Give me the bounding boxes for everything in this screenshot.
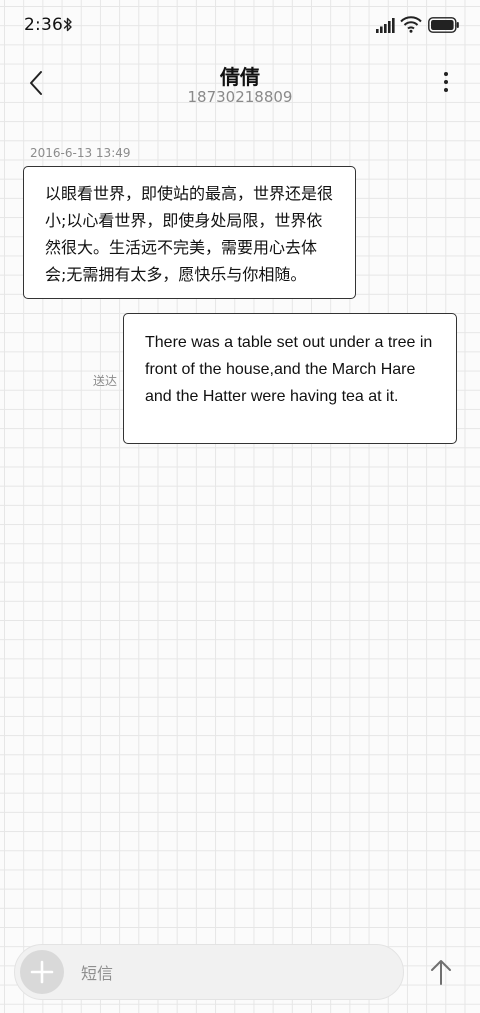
add-attachment-button[interactable] (20, 950, 64, 994)
more-vertical-icon[interactable] (438, 70, 454, 96)
plus-icon (30, 960, 54, 984)
status-bar: 2:36 (0, 0, 480, 52)
bluetooth-icon (63, 17, 72, 32)
wifi-icon (400, 16, 422, 33)
contact-number: 18730218809 (187, 88, 293, 106)
incoming-message-bubble[interactable]: 以眼看世界，即使站的最高，世界还是很小;以心看世界，即使身处局限，世界依然很大。… (23, 166, 356, 299)
battery-icon (428, 17, 459, 33)
delivery-status: 送达 (93, 374, 118, 388)
contact-name: 倩倩 (220, 65, 260, 89)
send-arrow-icon[interactable] (426, 956, 456, 988)
message-composer (14, 944, 404, 1000)
signal-icon (376, 18, 395, 33)
outgoing-message-bubble[interactable]: There was a table set out under a tree i… (123, 313, 457, 444)
message-input[interactable] (79, 955, 393, 991)
message-timestamp: 2016-6-13 13:49 (30, 146, 131, 160)
status-time: 2:36 (24, 15, 63, 35)
conversation-header: 倩倩 18730218809 (0, 52, 480, 120)
